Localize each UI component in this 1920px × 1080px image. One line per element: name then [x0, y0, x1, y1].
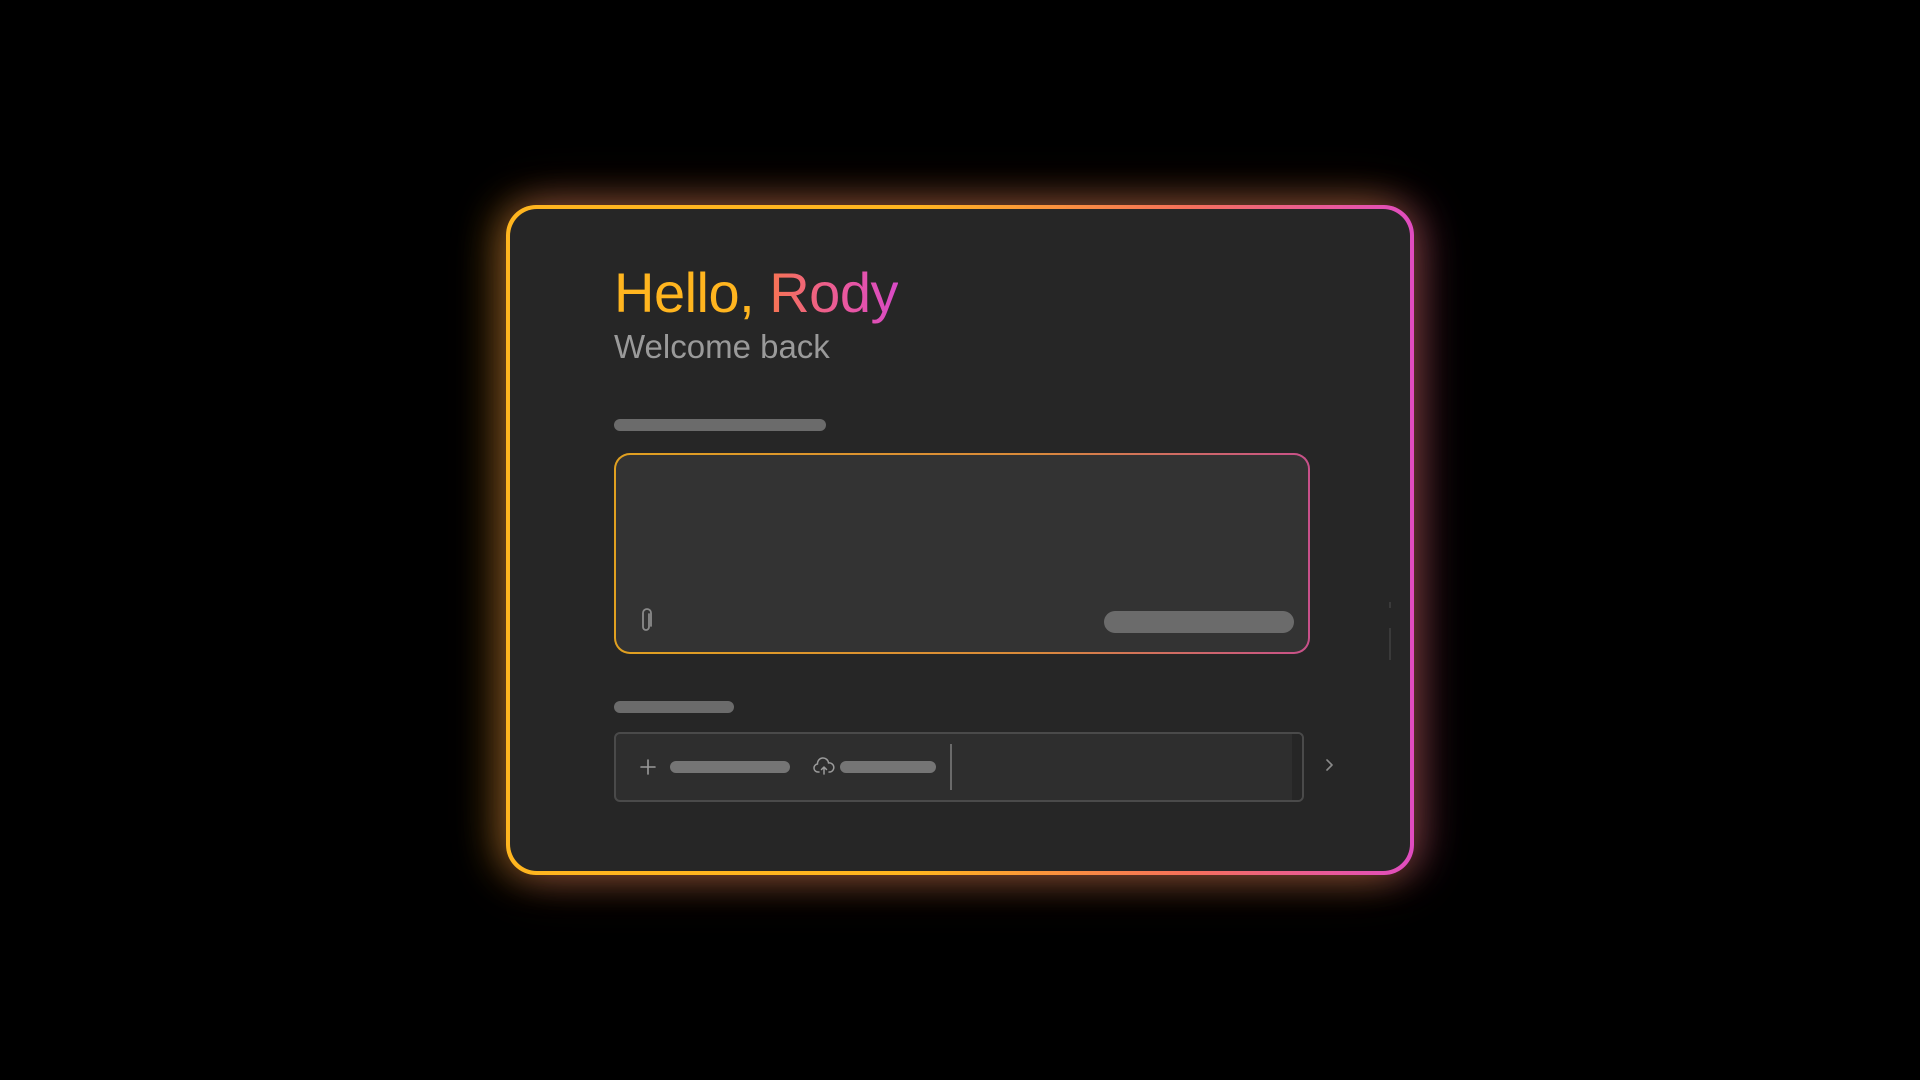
chevron-right-icon[interactable]: [1320, 753, 1340, 777]
scroll-indicator-tick: [1389, 602, 1391, 608]
chip-row-divider: [950, 744, 952, 790]
plus-icon: [636, 755, 660, 779]
prompt-input-area[interactable]: [616, 455, 1308, 652]
paperclip-icon[interactable]: [636, 607, 656, 635]
prompt-submit-button[interactable]: [1104, 611, 1294, 633]
upload-chip-label-placeholder: [840, 761, 936, 773]
welcome-card: Hello, Rody Welcome back: [506, 205, 1414, 875]
page-background: Hello, Rody Welcome back: [0, 0, 1920, 1080]
welcome-card-body: Hello, Rody Welcome back: [510, 209, 1410, 871]
greeting-user-name: Rody: [769, 261, 898, 324]
cloud-upload-icon: [812, 755, 836, 779]
greeting-hello: Hello,: [614, 261, 755, 324]
greeting-subtitle: Welcome back: [614, 328, 830, 365]
upload-chip[interactable]: [812, 734, 936, 800]
new-chip[interactable]: [636, 734, 790, 800]
quick-actions-row: [614, 732, 1304, 802]
scroll-indicator-thumb[interactable]: [1389, 628, 1391, 660]
prompt-input-box[interactable]: [614, 453, 1310, 654]
prompt-label-placeholder: [614, 419, 826, 431]
greeting-heading: Hello, Rody: [614, 261, 898, 325]
chip-row-scroll-edge: [1292, 734, 1302, 800]
new-chip-label-placeholder: [670, 761, 790, 773]
recent-label-placeholder: [614, 701, 734, 713]
